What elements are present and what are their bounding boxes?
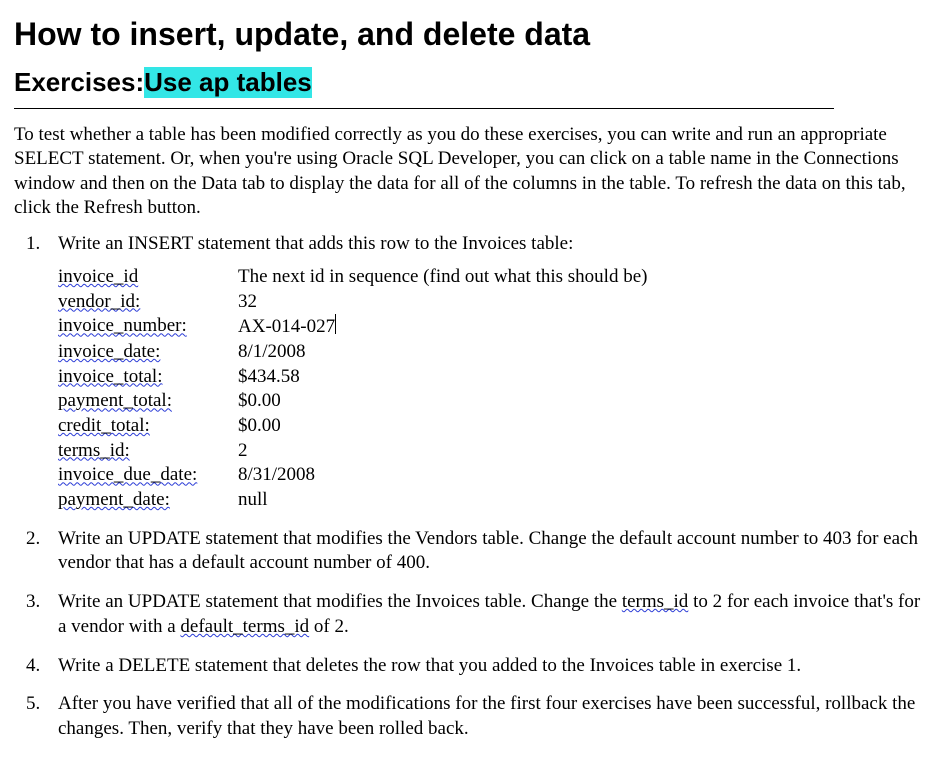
subtitle: Exercises: Use ap tables: [14, 67, 834, 100]
field-name: invoice_total:: [58, 365, 162, 390]
exercise-1: Write an INSERT statement that adds this…: [26, 232, 931, 513]
field-value: The next id in sequence (find out what t…: [238, 265, 647, 290]
exercise-1-fields: invoice_id The next id in sequence (find…: [58, 265, 931, 513]
field-row: invoice_id The next id in sequence (find…: [58, 265, 931, 290]
text-cursor: [335, 314, 336, 334]
page-title: How to insert, update, and delete data: [14, 16, 931, 53]
field-name: payment_total:: [58, 389, 172, 414]
exercise-3-text-e: of 2.: [309, 616, 349, 637]
subtitle-prefix: Exercises:: [14, 67, 144, 98]
field-row: invoice_number: AX-014-027: [58, 314, 931, 340]
field-name: invoice_id: [58, 265, 138, 290]
field-row: credit_total: $0.00: [58, 414, 931, 439]
default-terms-id-term: default_terms_id: [180, 615, 309, 640]
exercise-1-text: Write an INSERT statement that adds this…: [58, 233, 573, 254]
exercise-list: Write an INSERT statement that adds this…: [14, 232, 931, 741]
exercise-3-text-a: Write an UPDATE statement that modifies …: [58, 591, 622, 612]
field-name: vendor_id:: [58, 290, 140, 315]
field-name: invoice_due_date:: [58, 463, 197, 488]
intro-paragraph: To test whether a table has been modifie…: [14, 123, 925, 220]
field-row: invoice_date: 8/1/2008: [58, 340, 931, 365]
field-value: 32: [238, 290, 257, 315]
field-row: terms_id: 2: [58, 439, 931, 464]
exercise-3: Write an UPDATE statement that modifies …: [26, 590, 931, 639]
terms-id-term: terms_id: [622, 590, 689, 615]
field-value: 8/31/2008: [238, 463, 315, 488]
exercise-5: After you have verified that all of the …: [26, 692, 931, 741]
field-row: invoice_total: $434.58: [58, 365, 931, 390]
field-value: 8/1/2008: [238, 340, 306, 365]
field-value: AX-014-027: [238, 314, 336, 340]
field-value: 2: [238, 439, 248, 464]
field-row: invoice_due_date: 8/31/2008: [58, 463, 931, 488]
exercise-4: Write a DELETE statement that deletes th…: [26, 654, 931, 679]
field-name: payment_date:: [58, 488, 170, 513]
field-value: null: [238, 488, 268, 513]
field-value: $434.58: [238, 365, 300, 390]
exercise-2: Write an UPDATE statement that modifies …: [26, 527, 931, 576]
field-row: vendor_id: 32: [58, 290, 931, 315]
field-row: payment_date: null: [58, 488, 931, 513]
field-name: invoice_date:: [58, 340, 160, 365]
field-value: $0.00: [238, 414, 281, 439]
field-name: terms_id:: [58, 439, 130, 464]
field-name: credit_total:: [58, 414, 150, 439]
field-value: $0.00: [238, 389, 281, 414]
field-row: payment_total: $0.00: [58, 389, 931, 414]
field-name: invoice_number:: [58, 314, 187, 339]
subtitle-highlight: Use ap tables: [144, 67, 312, 98]
